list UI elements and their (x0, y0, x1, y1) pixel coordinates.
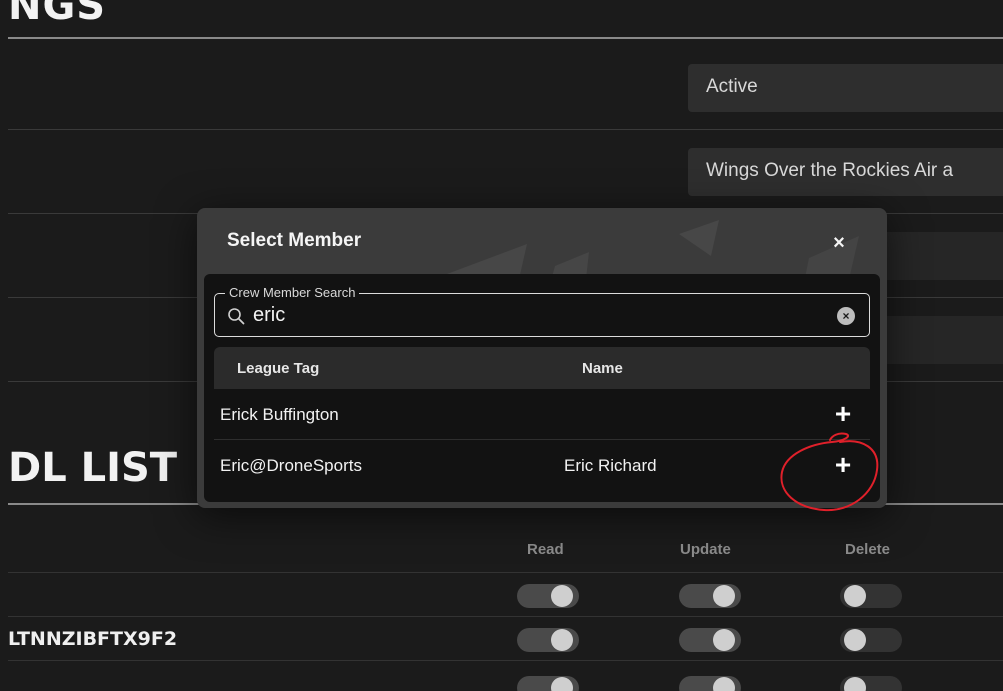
delete-column-header: Delete (845, 541, 891, 558)
heading-divider (8, 37, 1003, 39)
toggle-knob (713, 629, 735, 651)
name-header: Name (582, 360, 623, 377)
field-divider (8, 129, 1003, 130)
add-member-button[interactable]: + (828, 450, 858, 480)
read-column-header: Read (527, 541, 564, 558)
search-input[interactable] (253, 300, 813, 330)
update-column-header: Update (680, 541, 731, 558)
page: NGS Active Wings Over the Rockies Air a … (0, 0, 1003, 691)
section-heading: NGS (8, 0, 107, 29)
read-toggle[interactable] (517, 676, 579, 691)
status-field[interactable]: Active (688, 64, 1003, 112)
row-divider (8, 660, 1003, 661)
toggle-knob (713, 677, 735, 691)
table-row: Erick Buffington + (214, 390, 870, 440)
update-toggle[interactable] (679, 676, 741, 691)
update-toggle[interactable] (679, 584, 741, 608)
table-row: Eric@DroneSports Eric Richard + (214, 441, 870, 491)
name-cell: Eric Richard (564, 456, 657, 475)
delete-toggle[interactable] (840, 584, 902, 608)
close-icon[interactable]: × (826, 230, 852, 256)
member-league-tag: LTNNZIBFTX9F2 (8, 628, 178, 650)
toggle-knob (844, 585, 866, 607)
read-toggle[interactable] (517, 584, 579, 608)
search-icon (228, 308, 245, 325)
results-table-header: League Tag Name (214, 347, 870, 389)
event-field[interactable]: Wings Over the Rockies Air a (688, 148, 1003, 196)
toggle-knob (844, 677, 866, 691)
dialog-title: Select Member (227, 230, 362, 251)
toggle-knob (551, 585, 573, 607)
update-toggle[interactable] (679, 628, 741, 652)
toggle-knob (551, 677, 573, 691)
search-label: Crew Member Search (225, 285, 360, 301)
toggle-knob (713, 585, 735, 607)
league-tag-cell: Eric@DroneSports (220, 456, 362, 475)
clear-search-icon[interactable]: × (837, 307, 855, 325)
crew-member-search[interactable]: Crew Member Search × (214, 285, 870, 337)
read-toggle[interactable] (517, 628, 579, 652)
league-tag-header: League Tag (237, 360, 320, 377)
toggle-knob (551, 629, 573, 651)
dialog-body: Crew Member Search × League Tag Name Eri… (204, 274, 880, 502)
add-member-button[interactable]: + (828, 399, 858, 429)
row-divider (8, 572, 1003, 573)
select-member-dialog: Select Member × Crew Member Search × Lea… (197, 208, 887, 508)
league-tag-cell: Erick Buffington (220, 405, 339, 424)
row-divider (8, 616, 1003, 617)
list-heading: DL LIST (8, 445, 178, 491)
delete-toggle[interactable] (840, 676, 902, 691)
delete-toggle[interactable] (840, 628, 902, 652)
toggle-knob (844, 629, 866, 651)
